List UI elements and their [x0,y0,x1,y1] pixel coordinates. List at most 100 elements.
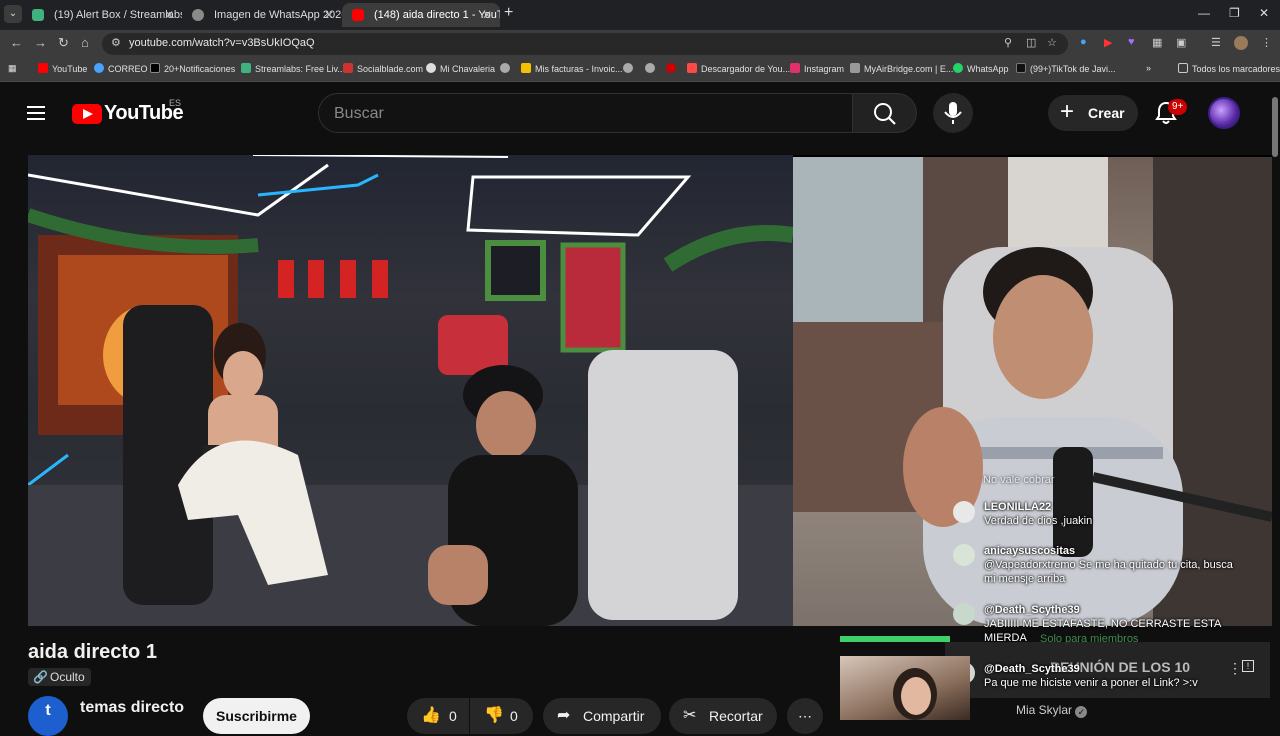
menu-kebab-icon[interactable]: ⋮ [1261,36,1272,49]
new-tab-icon[interactable]: + [504,4,513,22]
bookmark-facturas[interactable]: Mis facturas - Invoic... [521,63,623,74]
zoom-icon[interactable]: ⚲ [1004,36,1012,49]
extension-heart-icon[interactable]: ♥ [1128,36,1135,48]
mini-player-illustration [893,668,937,720]
extensions-icon[interactable]: ▣ [1176,36,1186,49]
chat-message-faded: No vale cobrar [983,473,1055,487]
bookmark-socialblade[interactable]: Socialblade.com [343,63,423,74]
bookmark-mi-chavaleria[interactable]: Mi Chavaleria [426,63,495,74]
forward-icon[interactable]: → [34,35,47,50]
reading-list-icon[interactable]: ☰ [1211,36,1221,49]
apps-grid-icon[interactable]: ▦ [8,63,17,74]
site-info-icon[interactable]: ⚙ [111,36,121,49]
browser-tab-strip: ⌄ (19) Alert Box / Streamlabs ✕ Imagen d… [0,0,1280,30]
tab-search-dropdown-icon[interactable]: ⌄ [4,5,22,23]
mini-player-name: Mia Skylar [1016,703,1073,717]
globe-icon [645,63,655,73]
more-actions-button[interactable]: ⋯ [787,698,823,734]
bookmark-youtube[interactable]: YouTube [38,63,87,74]
feedback-icon[interactable]: ! [1242,660,1254,672]
bookmark-star-icon[interactable]: ☆ [1047,36,1057,49]
bookmark-globe-3[interactable] [645,63,659,74]
bookmark-myairbridge[interactable]: MyAirBridge.com | E... [850,63,953,74]
bookmark-whatsapp[interactable]: WhatsApp [953,63,1009,74]
subscribe-button[interactable]: Suscribirme [203,698,310,734]
tab-youtube[interactable]: (148) aida directo 1 - YouTube ✕ [342,3,500,27]
globe-icon [623,63,633,73]
profile-avatar-icon[interactable] [1234,36,1248,50]
socialblade-icon [343,63,353,73]
bookmark-label: WhatsApp [967,64,1009,74]
bookmark-globe-1[interactable] [500,63,514,74]
channel-avatar[interactable]: t [28,696,68,736]
chat-username: anicaysuscositas [984,545,1076,557]
bookmark-red[interactable] [666,63,680,74]
extension-youtube-icon[interactable]: ▶ [1104,36,1112,49]
country-code: ES [169,98,182,108]
create-label: Crear [1088,105,1125,121]
chat-message: @Death_Scythe39 Pa que me hiciste venir … [984,662,1244,690]
chavaleria-icon [426,63,436,73]
globe-favicon-icon [192,9,204,21]
dislike-count: 0 [510,708,518,724]
address-bar[interactable]: ⚙ youtube.com/watch?v=v3BsUkIOQaQ [102,33,1068,55]
share-icon: ➦ [557,707,571,724]
home-icon[interactable]: ⌂ [81,35,89,50]
bookmark-streamlabs[interactable]: Streamlabs: Free Liv... [241,63,345,74]
create-button[interactable]: + Crear [1048,95,1138,131]
privacy-label: Oculto [50,670,85,684]
extension-audio-icon[interactable]: ● [1080,36,1087,48]
chat-more-icon[interactable]: ⋮ [1228,660,1242,677]
verified-icon: ✓ [1075,706,1088,718]
close-tab-icon[interactable]: ✕ [482,3,492,27]
close-window-icon[interactable]: ✕ [1259,6,1269,20]
youtube-favicon-icon [352,9,364,21]
search-input[interactable]: Buscar [318,93,853,133]
extension-puzzle-icon[interactable]: ▦ [1152,36,1162,49]
link-icon: 🔗 [33,670,48,684]
share-button[interactable]: ➦ Compartir [543,698,661,734]
chat-avatar [953,544,975,566]
close-tab-icon[interactable]: ✕ [164,3,174,27]
dislike-button[interactable]: 👎 0 [470,698,533,734]
tab-title: Imagen de WhatsApp 2026-01 [214,9,342,21]
channel-name[interactable]: temas directo [80,699,184,717]
mini-player-channel[interactable]: Mia Skylar ✓ [1016,703,1088,718]
chat-username: @Death_Scythe39 [984,604,1080,616]
voice-search-button[interactable] [933,93,973,133]
tiktok-icon [1016,63,1026,73]
bookmark-descargador[interactable]: Descargador de You... [687,63,790,74]
clip-button[interactable]: ✂ Recortar [669,698,777,734]
bookmarks-overflow-icon[interactable]: » [1146,63,1151,73]
bookmark-label: Instagram [804,64,845,74]
bookmark-x-notifications[interactable]: 20+Notificaciones [150,63,235,74]
all-bookmarks[interactable]: Todos los marcadores [1178,63,1280,74]
bookmark-instagram[interactable]: Instagram [790,63,844,74]
bookmark-correo[interactable]: CORREO [94,63,148,74]
red-dot-icon [666,63,676,73]
bookmark-globe-2[interactable] [623,63,637,74]
mini-player-thumbnail[interactable] [840,656,970,720]
bookmark-label: Descargador de You... [701,64,791,74]
account-avatar[interactable] [1208,97,1240,129]
close-tab-icon[interactable]: ✕ [324,3,334,27]
like-button[interactable]: 👍 0 [407,698,469,734]
progress-bar-green [840,636,950,642]
reload-icon[interactable]: ↻ [58,35,69,51]
tab-whatsapp-image[interactable]: Imagen de WhatsApp 2026-01 ✕ [182,3,342,27]
bookmark-label: Streamlabs: Free Liv... [255,64,345,74]
minimize-icon[interactable]: — [1198,6,1210,20]
maximize-icon[interactable]: ❐ [1229,6,1240,20]
chat-message: LEONILLA22 Verdad de dios ,juakin [984,500,1092,528]
download-icon [687,63,697,73]
logo-play-icon [83,109,93,119]
bookmark-tiktok[interactable]: (99+)TikTok de Javi... [1016,63,1115,74]
tab-streamlabs[interactable]: (19) Alert Box / Streamlabs ✕ [22,3,182,27]
stream-room-scene [28,155,795,626]
whatsapp-icon [953,63,963,73]
cast-icon[interactable]: ◫ [1026,36,1036,49]
search-button[interactable] [853,93,917,133]
clip-label: Recortar [709,708,763,724]
back-icon[interactable]: ← [10,35,23,50]
scrollbar-thumb[interactable] [1272,97,1278,157]
